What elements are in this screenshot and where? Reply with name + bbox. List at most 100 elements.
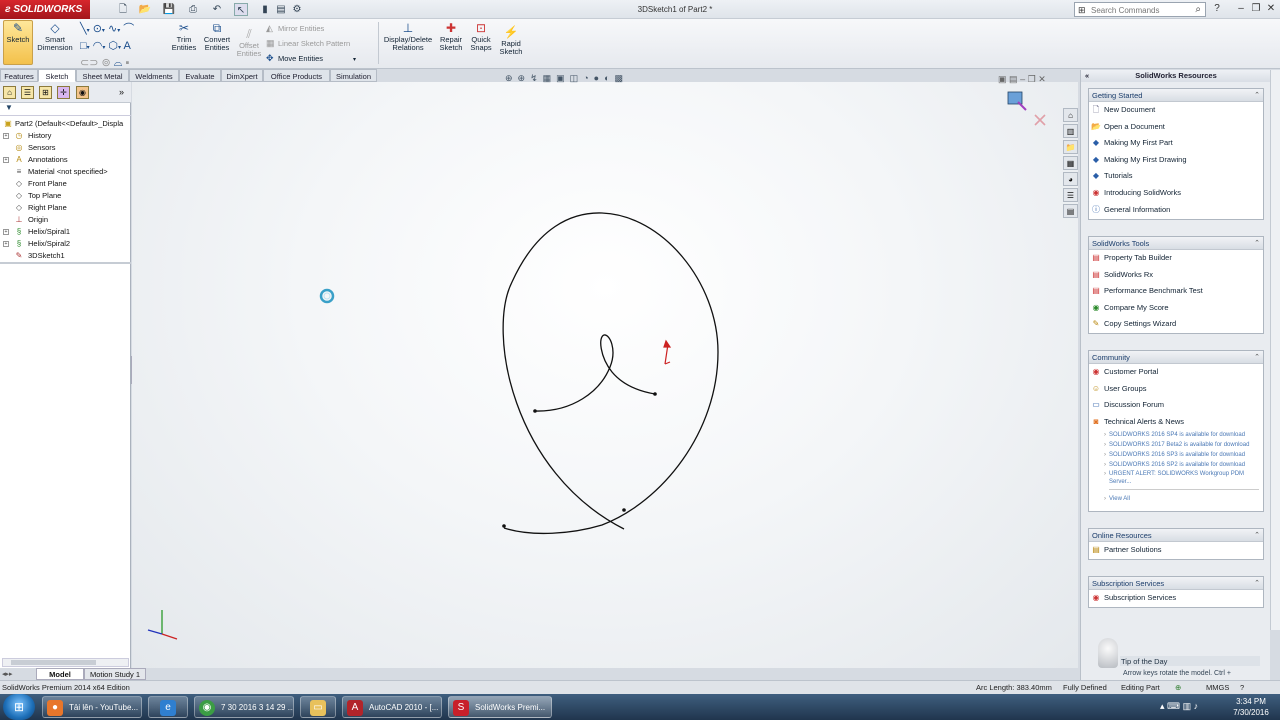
- repair-sketch-button[interactable]: ✚ Repair Sketch: [436, 21, 466, 52]
- point-icon[interactable]: ▪: [126, 57, 130, 69]
- section-view-icon[interactable]: ▦: [543, 73, 552, 83]
- options-icon[interactable]: ⚙: [290, 3, 304, 16]
- viewport-minimize-icon[interactable]: –: [1020, 74, 1025, 84]
- convert-entities-button[interactable]: ⧉ Convert Entities: [200, 21, 234, 52]
- offset-entities-button[interactable]: ⫽ Offset Entities: [234, 27, 264, 58]
- rebuild-icon[interactable]: ▮: [258, 3, 272, 16]
- sketch-button[interactable]: ✎ Sketch: [3, 20, 33, 65]
- solidworks-logo[interactable]: ƨ SOLIDWORKS: [0, 0, 90, 19]
- expand-icon[interactable]: +: [3, 157, 9, 163]
- undo-icon[interactable]: ↶: [210, 3, 224, 16]
- search-icon[interactable]: ⌕: [1195, 4, 1201, 15]
- viewport-restore-icon[interactable]: ❐: [1028, 74, 1036, 84]
- taskbar-solidworks[interactable]: S SolidWorks Premi...: [448, 696, 552, 718]
- solidworks-forum-icon[interactable]: ▤: [1063, 204, 1078, 218]
- tab-dimxpert[interactable]: DimXpert: [221, 69, 263, 82]
- tab-model[interactable]: Model: [36, 668, 84, 680]
- expand-icon[interactable]: +: [3, 241, 9, 247]
- collapse-icon[interactable]: ⌃: [1254, 577, 1260, 590]
- resource-link[interactable]: ▤ SolidWorks Rx: [1089, 267, 1263, 284]
- new-document-icon[interactable]: 🗋: [116, 3, 130, 16]
- polygon-icon[interactable]: ⬡: [108, 40, 118, 52]
- spline-icon[interactable]: ∿: [108, 23, 117, 35]
- appearance-icon[interactable]: ●: [594, 73, 599, 83]
- design-library-icon[interactable]: ▥: [1063, 124, 1078, 138]
- rectangle-dropdown-icon[interactable]: ▾: [87, 45, 90, 51]
- network-icon[interactable]: ▥: [1183, 701, 1192, 711]
- collapse-icon[interactable]: ⌃: [1254, 237, 1260, 250]
- save-icon[interactable]: 💾: [162, 3, 176, 16]
- resource-link[interactable]: ✎ Copy Settings Wizard: [1089, 316, 1263, 333]
- expand-icon[interactable]: +: [3, 229, 9, 235]
- arc-icon[interactable]: ◠: [93, 40, 103, 52]
- appearances-icon[interactable]: ◕: [1063, 172, 1078, 186]
- polygon-dropdown-icon[interactable]: ▾: [118, 45, 121, 51]
- viewport-close-icon[interactable]: ✕: [1038, 74, 1046, 84]
- start-button-icon[interactable]: ⊞: [3, 694, 35, 720]
- resource-link[interactable]: ◉ Introducing SolidWorks: [1089, 185, 1263, 202]
- keyboard-icon[interactable]: ⌨: [1167, 701, 1180, 711]
- resource-link[interactable]: ◆ Making My First Part: [1089, 135, 1263, 152]
- line-icon[interactable]: ╲: [80, 23, 87, 35]
- custom-properties-icon[interactable]: ☰: [1063, 188, 1078, 202]
- taskbar-clock[interactable]: 3:34 PM 7/30/2016: [1226, 694, 1276, 720]
- mirror-entities-button[interactable]: ◭ Mirror Entities: [266, 23, 324, 34]
- print-icon[interactable]: ⎙: [186, 3, 200, 16]
- news-link[interactable]: SOLIDWORKS 2017 Beta2 is available for d…: [1089, 440, 1263, 450]
- dimxpert-manager-icon[interactable]: ✛: [57, 86, 70, 99]
- select-icon[interactable]: ↖: [234, 3, 248, 16]
- resources-tab-icon[interactable]: ⌂: [1063, 108, 1078, 122]
- close-icon[interactable]: ✕: [1264, 2, 1278, 16]
- scrollbar-thumb[interactable]: [11, 660, 96, 665]
- hide-show-icon[interactable]: ◔: [583, 73, 588, 83]
- offset-arc-icon[interactable]: ⌓: [114, 57, 123, 69]
- display-manager-icon[interactable]: ◉: [76, 86, 89, 99]
- collapse-icon[interactable]: ⌃: [1254, 351, 1260, 364]
- collapse-icon[interactable]: ⌃: [1254, 89, 1260, 102]
- trim-entities-button[interactable]: ✂ Trim Entities: [168, 21, 200, 52]
- move-entities-button[interactable]: ✥ Move Entities ▾: [266, 53, 356, 64]
- tab-motion-study[interactable]: Motion Study 1: [84, 668, 146, 680]
- display-delete-relations-button[interactable]: ⊥ Display/Delete Relations: [382, 21, 434, 52]
- rebuild-status-icon[interactable]: ⊕: [1175, 681, 1181, 694]
- restore-icon[interactable]: ❐: [1249, 2, 1263, 16]
- circle-dropdown-icon[interactable]: ▾: [102, 28, 105, 34]
- volume-icon[interactable]: ♪: [1194, 701, 1199, 711]
- resource-link[interactable]: 🗋 New Document: [1089, 102, 1263, 119]
- rapid-sketch-button[interactable]: ⚡ Rapid Sketch: [497, 25, 525, 56]
- file-explorer-icon[interactable]: 📁: [1063, 140, 1078, 154]
- zoom-to-fit-icon[interactable]: ⊕: [505, 73, 513, 83]
- configuration-manager-icon[interactable]: ⊞: [39, 86, 52, 99]
- view-orientation-dropdown-icon[interactable]: ▣: [556, 73, 565, 83]
- graphics-area[interactable]: [132, 82, 1078, 668]
- ellipse-icon[interactable]: ⊚: [102, 57, 111, 69]
- collapse-icon[interactable]: ⌃: [1254, 529, 1260, 542]
- panel-expand-icon[interactable]: »: [119, 87, 124, 97]
- section-header[interactable]: Subscription Services ⌃: [1089, 577, 1263, 590]
- resource-link[interactable]: ⓘ General Information: [1089, 202, 1263, 219]
- resource-link[interactable]: ▭ Discussion Forum: [1089, 397, 1263, 414]
- view-palette-icon[interactable]: ▦: [1063, 156, 1078, 170]
- linear-pattern-button[interactable]: ▦ Linear Sketch Pattern: [266, 38, 350, 49]
- section-header[interactable]: SolidWorks Tools ⌃: [1089, 237, 1263, 250]
- news-link[interactable]: URGENT ALERT: SOLIDWORKS Workgroup PDM S…: [1089, 470, 1263, 486]
- section-header[interactable]: Online Resources ⌃: [1089, 529, 1263, 542]
- task-pane-scrollbar[interactable]: [1270, 70, 1280, 630]
- arc-dropdown-icon[interactable]: ▾: [102, 45, 105, 51]
- tab-simulation[interactable]: Simulation: [330, 69, 377, 82]
- news-link[interactable]: SOLIDWORKS 2016 SP3 is available for dow…: [1089, 450, 1263, 460]
- endpoint[interactable]: [653, 392, 657, 396]
- tab-features[interactable]: Features: [0, 69, 38, 82]
- taskbar-firefox[interactable]: ● Tải lên - YouTube...: [42, 696, 142, 718]
- taskbar-chrome[interactable]: ◉ 7 30 2016 3 14 29 ...: [194, 696, 294, 718]
- taskbar-ie[interactable]: e: [148, 696, 188, 718]
- section-header[interactable]: Community ⌃: [1089, 351, 1263, 364]
- view-settings-icon[interactable]: ▩: [615, 73, 624, 83]
- panel-splitter[interactable]: [0, 262, 131, 264]
- quick-snaps-button[interactable]: ⊡ Quick Snaps: [467, 21, 495, 52]
- tile-icon[interactable]: ▣: [998, 74, 1007, 84]
- tab-scroll-icon[interactable]: ◂▸▸: [2, 670, 13, 678]
- tab-sketch[interactable]: Sketch: [38, 69, 76, 82]
- minimize-icon[interactable]: –: [1234, 2, 1248, 16]
- feature-tree-icon[interactable]: ⌂: [3, 86, 16, 99]
